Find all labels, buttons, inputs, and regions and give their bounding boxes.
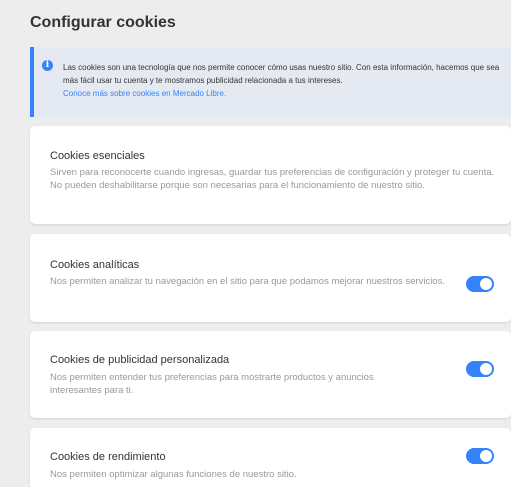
card-performance-cookies: Cookies de rendimiento Nos permiten opti… [30,428,511,487]
card-title-analytics: Cookies analíticas [50,259,140,271]
card-description-essential: Sirven para reconocerte cuando ingresas,… [50,167,495,191]
card-analytics-cookies: Cookies analíticas Nos permiten analizar… [30,234,511,322]
cookies-info-link[interactable]: Conoce más sobre cookies en Mercado Libr… [63,89,226,98]
toggle-analytics-cookies[interactable] [466,276,494,292]
toggle-performance-cookies[interactable] [466,448,494,464]
info-text: Las cookies son una tecnología que nos p… [63,63,500,85]
toggle-knob [480,363,492,375]
card-advertising-cookies: Cookies de publicidad personalizada Nos … [30,331,511,418]
card-title-performance: Cookies de rendimiento [50,451,166,463]
card-description-performance: Nos permiten optimizar algunas funciones… [50,469,297,480]
toggle-advertising-cookies[interactable] [466,361,494,377]
card-essential-cookies: Cookies esenciales Sirven para reconocer… [30,126,511,224]
card-title-essential: Cookies esenciales [50,150,145,162]
toggle-knob [480,450,492,462]
cookie-settings-page: Configurar cookies i Las cookies son una… [0,0,511,487]
card-description-analytics: Nos permiten analizar tu navegación en e… [50,276,445,287]
info-banner: i Las cookies son una tecnología que nos… [30,47,511,117]
card-description-advertising: Nos permiten entender tus preferencias p… [50,372,374,396]
page-title: Configurar cookies [30,14,176,31]
info-icon: i [42,60,53,71]
card-title-advertising: Cookies de publicidad personalizada [50,354,230,366]
toggle-knob [480,278,492,290]
